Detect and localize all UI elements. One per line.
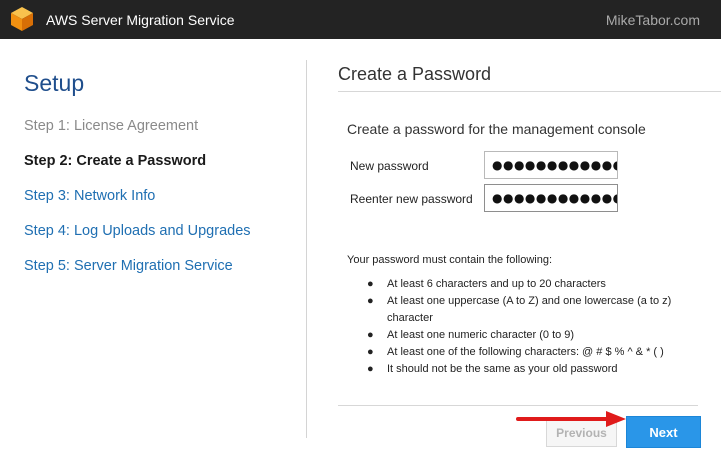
title-divider [338,91,721,92]
requirement-text: At least one uppercase (A to Z) and one … [387,295,672,324]
requirement-text: It should not be the same as your old pa… [387,363,618,375]
requirement-text: At least one of the following characters… [387,346,664,358]
bullet-icon: ● [367,295,374,307]
bullet-icon: ● [367,346,374,358]
sidebar-divider [306,60,307,438]
reenter-password-input[interactable] [484,184,618,212]
requirements-list: ● At least 6 characters and up to 20 char… [367,276,707,378]
aws-cube-icon [11,7,33,31]
bullet-icon: ● [367,363,374,375]
new-password-label: New password [350,159,429,173]
step-network-info[interactable]: Step 3: Network Info [24,188,251,223]
bullet-icon: ● [367,278,374,290]
reenter-password-label: Reenter new password [350,192,473,206]
page-title: Create a Password [338,64,492,84]
requirement-item: ● At least one uppercase (A to Z) and one… [367,293,707,327]
step-server-migration[interactable]: Step 5: Server Migration Service [24,258,251,293]
setup-title: Setup [24,70,85,96]
requirement-item: ● At least one of the following character… [367,344,707,361]
step-license-agreement[interactable]: Step 1: License Agreement [24,118,251,153]
footer-divider [338,405,698,406]
requirement-text: At least 6 characters and up to 20 chara… [387,278,606,290]
red-arrow-icon [516,411,626,427]
watermark: MikeTabor.com [605,12,700,28]
requirement-item: ● At least one numeric character (0 to 9) [367,327,707,344]
app-title: AWS Server Migration Service [46,12,235,28]
requirement-item: ● At least 6 characters and up to 20 char… [367,276,707,293]
step-log-uploads[interactable]: Step 4: Log Uploads and Upgrades [24,223,251,258]
bullet-icon: ● [367,329,374,341]
new-password-input[interactable] [484,151,618,179]
step-create-password: Step 2: Create a Password [24,153,207,169]
requirements-intro: Your password must contain the following… [347,254,553,266]
top-bar: AWS Server Migration Service MikeTabor.c… [0,0,721,39]
requirement-text: At least one numeric character (0 to 9) [387,329,575,341]
setup-steps: Step 1: License Agreement Step 2: Create… [24,118,251,293]
page-subtitle: Create a password for the management con… [347,121,646,137]
next-button[interactable]: Next [626,416,701,448]
requirement-item: ● It should not be the same as your old p… [367,361,707,378]
